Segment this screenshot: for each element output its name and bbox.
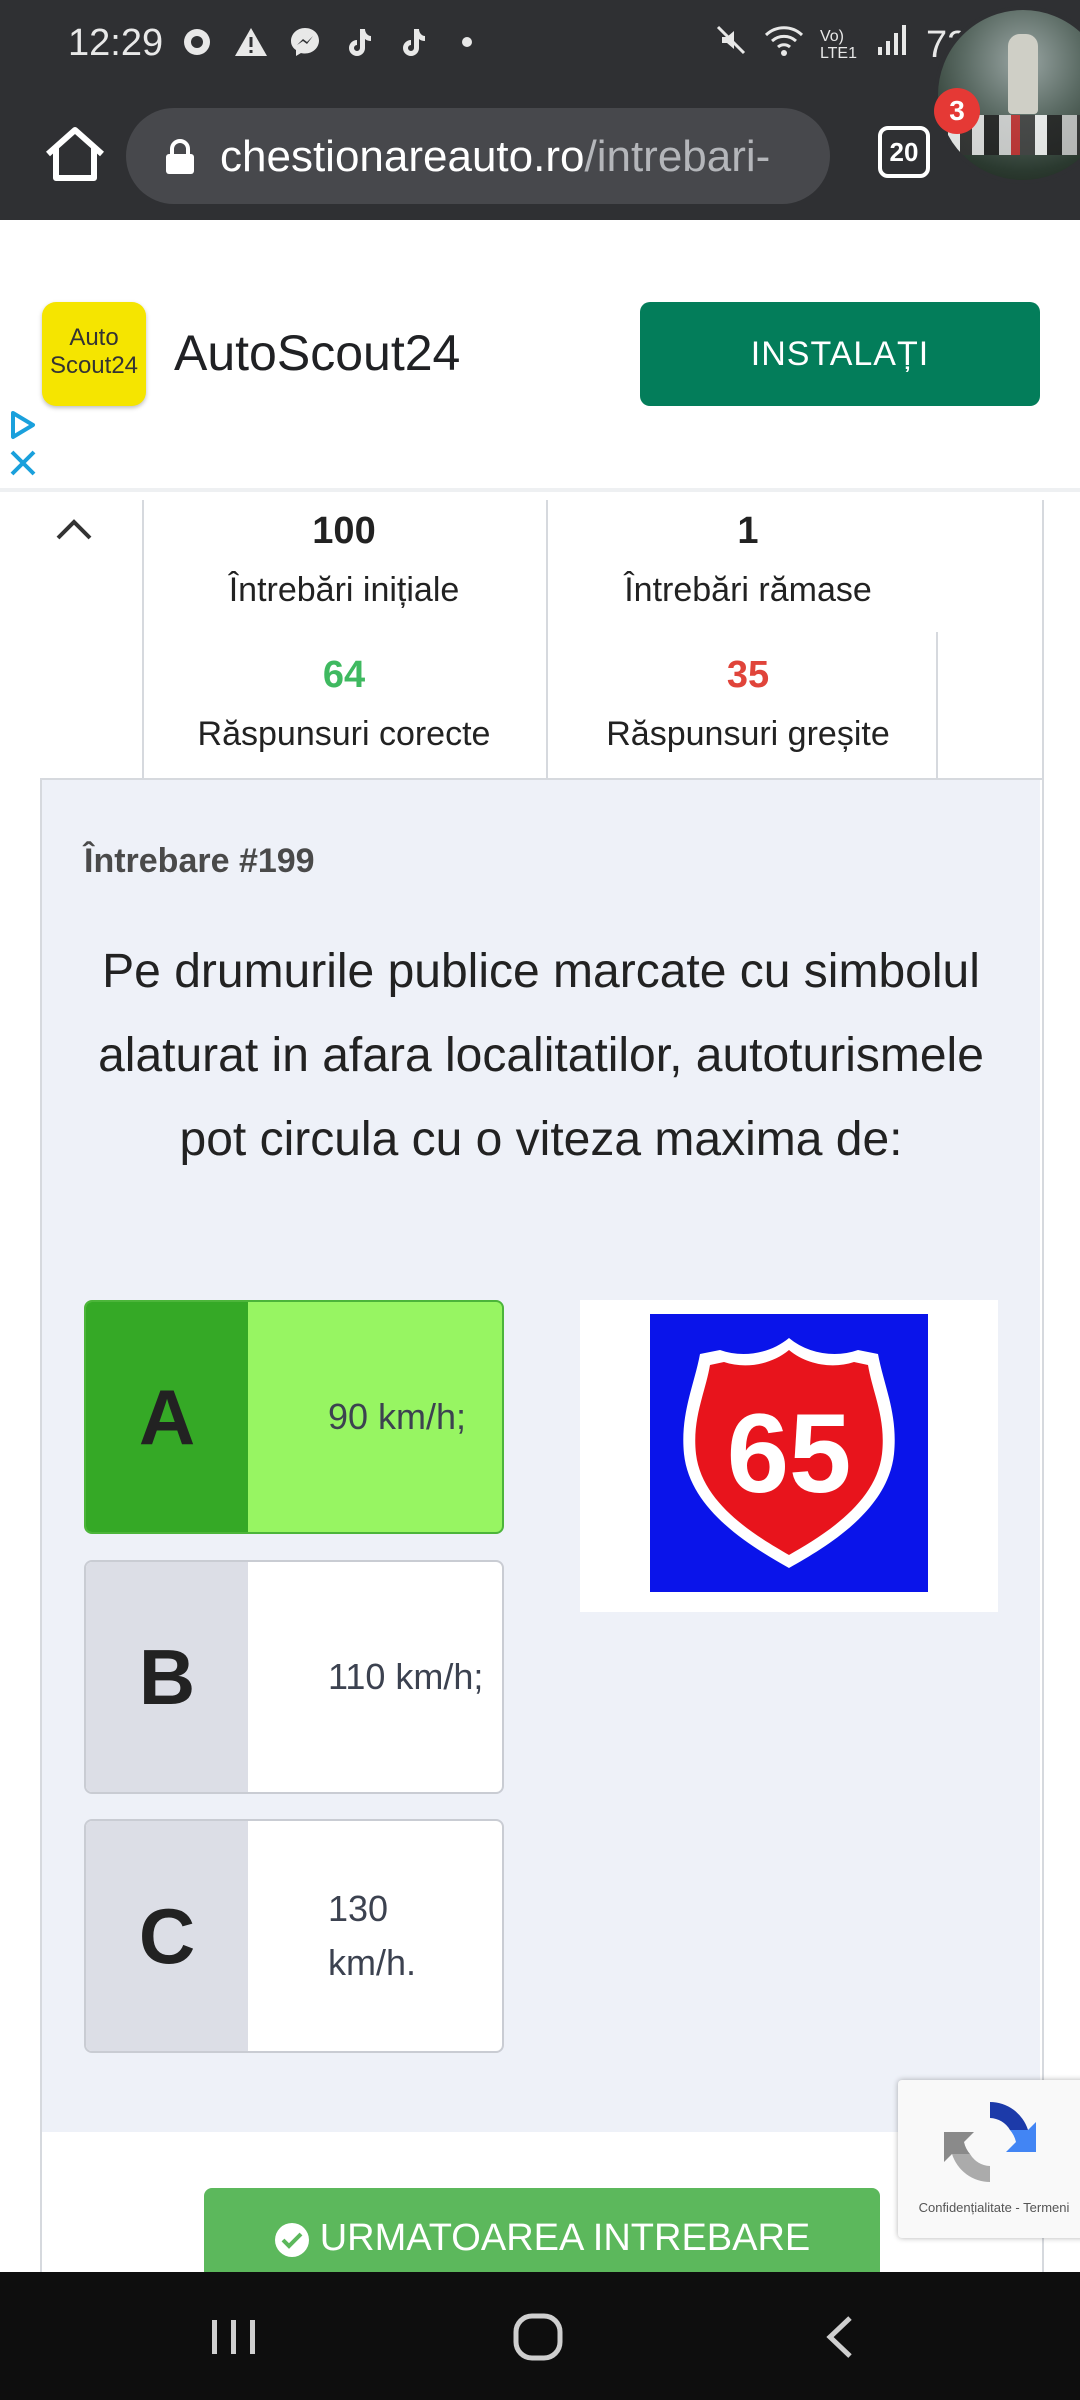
stat-initial-label: Întrebări inițiale <box>228 571 460 609</box>
answer-text: 130 km/h. <box>328 1888 417 1983</box>
stat-wrong-count: 35 <box>726 654 770 696</box>
messenger-icon <box>288 25 322 59</box>
answer-letter: B <box>86 1562 248 1792</box>
signal-icon <box>876 23 910 67</box>
ad-install-button[interactable]: INSTALAȚI <box>640 302 1040 406</box>
status-bar: 12:29 Vo) LTE1 73% <box>0 0 1080 90</box>
tiktok-icon <box>342 25 376 59</box>
answer-text: 90 km/h; <box>328 1396 467 1437</box>
url-text: chestionareauto.ro/intrebari- <box>220 132 770 182</box>
status-notification-icons <box>180 25 484 59</box>
stat-remaining-label: Întrebări rămase <box>624 571 872 609</box>
question-text: Pe drumurile publice marcate cu simbolul… <box>98 945 984 1166</box>
recent-apps-icon[interactable] <box>204 2312 264 2362</box>
stat-correct-count: 64 <box>322 654 366 696</box>
url-domain: chestionareauto.ro <box>220 132 585 181</box>
sign-number: 65 <box>727 1391 852 1516</box>
question-image: 65 <box>580 1300 998 1612</box>
tab-switcher-button[interactable]: 20 <box>878 126 930 178</box>
answer-option-c[interactable]: C 130 km/h. <box>84 1819 504 2053</box>
browser-toolbar: chestionareauto.ro/intrebari- 20 <box>0 90 1080 220</box>
recaptcha-badge[interactable]: Confidențialitate - Termeni <box>898 2080 1080 2238</box>
address-bar[interactable]: chestionareauto.ro/intrebari- <box>126 108 830 204</box>
stat-wrong: 35 Răspunsuri greșite <box>548 654 948 754</box>
warning-icon <box>234 25 268 59</box>
stats-panel: 100 Întrebări inițiale 1 Întrebări rămas… <box>40 500 1042 780</box>
adchoices-icon[interactable] <box>8 410 38 440</box>
ad-logo-line1: Auto <box>69 324 119 351</box>
lock-icon <box>166 139 194 174</box>
ad-app-name: AutoScout24 <box>174 325 461 381</box>
stat-correct-label: Răspunsuri corecte <box>197 715 491 753</box>
ad-banner[interactable]: Auto Scout24 AutoScout24 INSTALAȚI <box>0 220 1080 492</box>
recaptcha-footer[interactable]: Confidențialitate - Termeni <box>904 2200 1080 2215</box>
answer-letter: C <box>86 1821 248 2051</box>
stat-wrong-label: Răspunsuri greșite <box>606 715 890 753</box>
url-path: /intrebari- <box>584 132 771 181</box>
home-nav-icon[interactable] <box>506 2312 572 2362</box>
next-question-label: URMATOAREA INTREBARE <box>319 2217 811 2259</box>
mute-icon <box>714 23 748 67</box>
avatar-photo-statue <box>1008 34 1038 114</box>
speed-sign: 65 <box>650 1314 928 1592</box>
network-type-label: Vo) LTE1 <box>819 28 857 62</box>
recaptcha-icon <box>944 2102 1036 2182</box>
answer-letter: A <box>86 1302 248 1532</box>
wifi-icon <box>764 23 804 67</box>
ad-app-logo: Auto Scout24 <box>42 302 146 406</box>
stat-initial-count: 100 <box>312 510 376 552</box>
stat-remaining-count: 1 <box>737 510 759 552</box>
notification-badge: 3 <box>934 88 980 134</box>
dot-icon <box>450 25 484 59</box>
question-number: Întrebare #199 <box>84 842 315 880</box>
browser-home-button[interactable] <box>38 118 112 192</box>
shield-sign-icon: 65 <box>683 1338 895 1568</box>
check-circle-icon <box>274 2222 309 2257</box>
stat-remaining: 1 Întrebări rămase <box>548 510 948 610</box>
tiktok-icon <box>396 25 430 59</box>
answer-option-b[interactable]: B 110 km/h; <box>84 1560 504 1794</box>
stat-correct: 64 Răspunsuri corecte <box>144 654 544 754</box>
record-icon <box>180 25 214 59</box>
answer-option-a[interactable]: A 90 km/h; <box>84 1300 504 1534</box>
back-nav-icon[interactable] <box>812 2312 872 2362</box>
home-icon <box>46 127 104 181</box>
chevron-up-icon[interactable] <box>54 514 94 544</box>
ad-close-icon[interactable] <box>8 448 38 478</box>
status-time: 12:29 <box>68 22 164 64</box>
answer-text: 110 km/h; <box>328 1656 484 1697</box>
ad-logo-line2: Scout24 <box>49 352 139 379</box>
system-nav-bar <box>0 2272 1080 2400</box>
stat-initial: 100 Întrebări inițiale <box>144 510 544 610</box>
